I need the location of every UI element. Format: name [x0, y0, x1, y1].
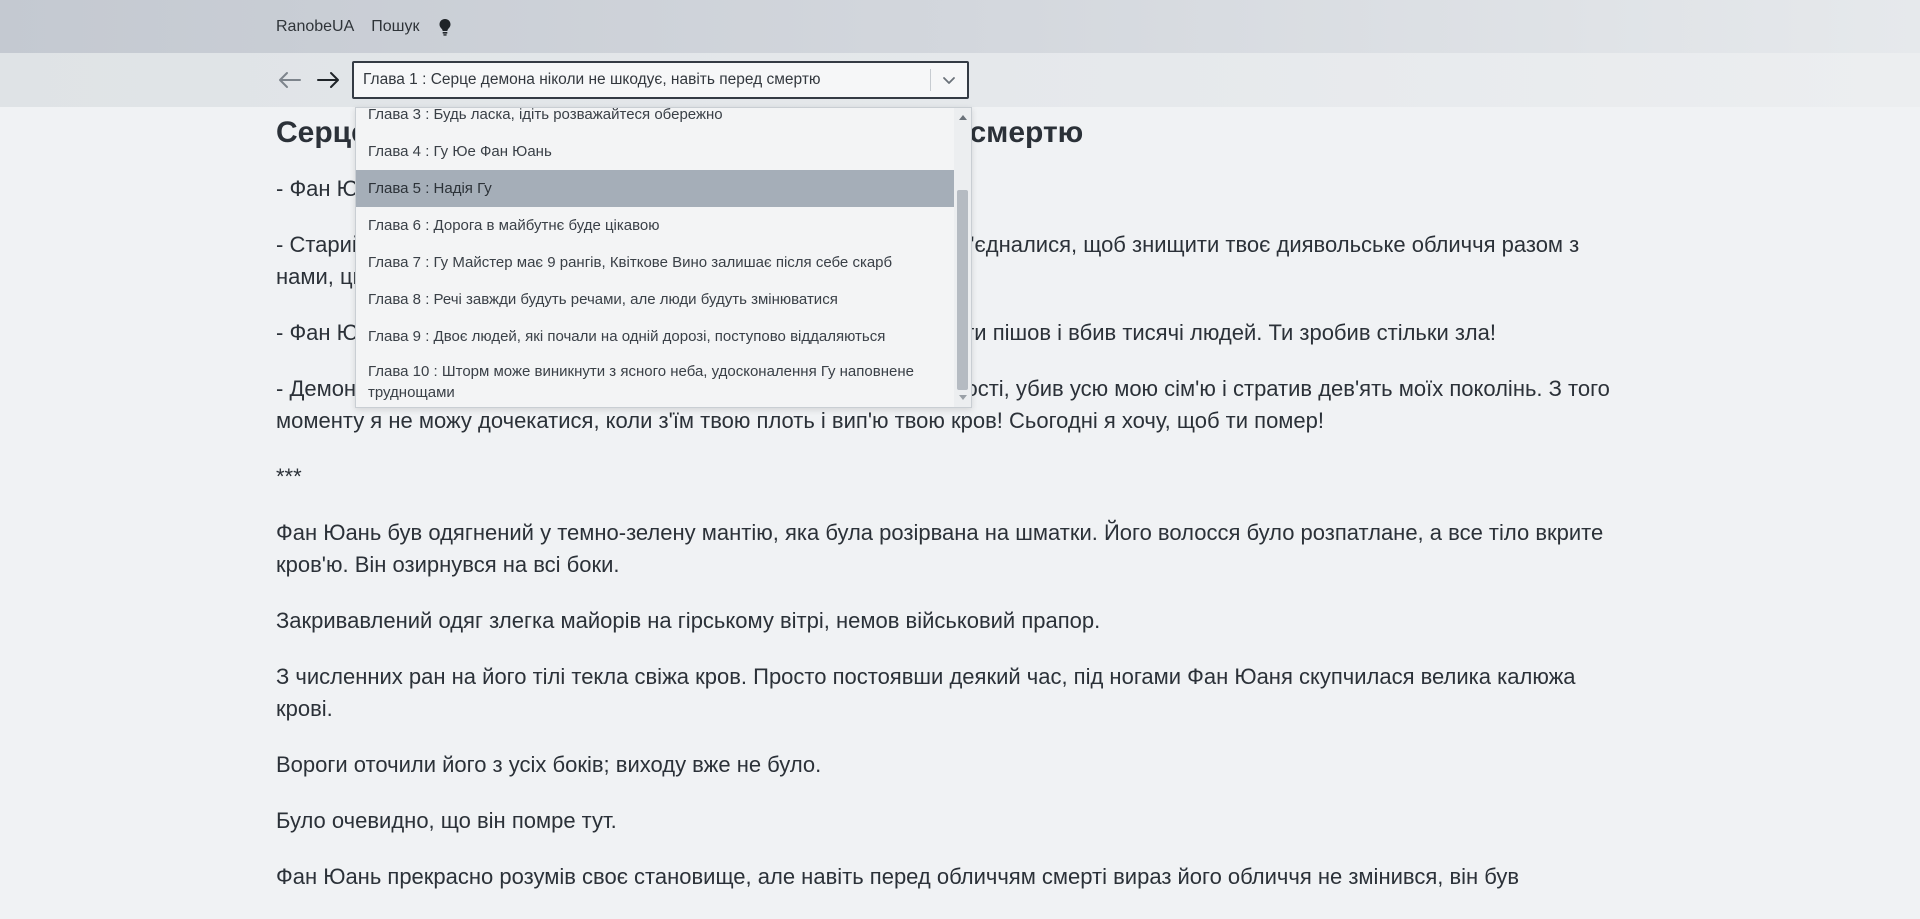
previous-chapter-button[interactable]: [276, 66, 304, 94]
brand-link[interactable]: RanobeUA: [276, 18, 354, 36]
dropdown-option-selected[interactable]: Глава 5 : Надія Гу: [356, 170, 954, 207]
dropdown-option[interactable]: Глава 10 : Шторм може виникнути з ясного…: [356, 355, 954, 407]
chapter-select-value[interactable]: Глава 1 : Серце демона ніколи не шкодує,…: [354, 71, 930, 89]
paragraph: Фан Юань був одягнений у темно-зелену ма…: [276, 520, 1604, 577]
lightbulb-icon[interactable]: [437, 17, 453, 37]
dropdown-option[interactable]: Глава 8 : Речі завжди будуть речами, але…: [356, 281, 954, 318]
chapter-toolbar: Глава 1 : Серце демона ніколи не шкодує,…: [0, 53, 1920, 107]
chapter-select[interactable]: Глава 1 : Серце демона ніколи не шкодує,…: [352, 61, 969, 99]
dropdown-option[interactable]: Глава 7 : Гу Майстер має 9 рангів, Квітк…: [356, 244, 954, 281]
paragraph: Було очевидно, що він помре тут.: [276, 808, 617, 833]
search-link[interactable]: Пошук: [371, 18, 419, 36]
scroll-down-icon[interactable]: [954, 391, 971, 405]
paragraph: Вороги оточили його з усіх боків; виходу…: [276, 752, 822, 777]
chapter-dropdown-list: Глава 3 : Будь ласка, ідіть розважайтеся…: [355, 107, 972, 408]
paragraph: Закривавлений одяг злегка майорів на гір…: [276, 608, 1101, 633]
scene-break: ***: [276, 464, 302, 489]
chevron-down-icon: [943, 77, 955, 84]
dropdown-option[interactable]: Глава 9 : Двоє людей, які почали на одні…: [356, 318, 954, 355]
paragraph: З численних ран на його тілі текла свіжа…: [276, 664, 1576, 721]
scroll-up-icon[interactable]: [954, 110, 971, 124]
arrow-left-icon: [279, 72, 301, 88]
scrollbar-thumb[interactable]: [957, 190, 968, 390]
dropdown-scrollbar[interactable]: [954, 108, 971, 407]
top-nav: RanobeUA Пошук: [0, 0, 1920, 53]
dropdown-option[interactable]: Глава 3 : Будь ласка, ідіть розважайтеся…: [356, 108, 954, 133]
dropdown-option[interactable]: Глава 4 : Гу Юе Фан Юань: [356, 133, 954, 170]
dropdown-toggle[interactable]: [931, 62, 967, 98]
next-chapter-button[interactable]: [314, 66, 342, 94]
arrow-right-icon: [317, 72, 339, 88]
dropdown-option[interactable]: Глава 6 : Дорога в майбутнє буде цікавою: [356, 207, 954, 244]
paragraph: Фан Юань прекрасно розумів своє становищ…: [276, 864, 1520, 889]
dropdown-items: Глава 3 : Будь ласка, ідіть розважайтеся…: [356, 108, 954, 407]
